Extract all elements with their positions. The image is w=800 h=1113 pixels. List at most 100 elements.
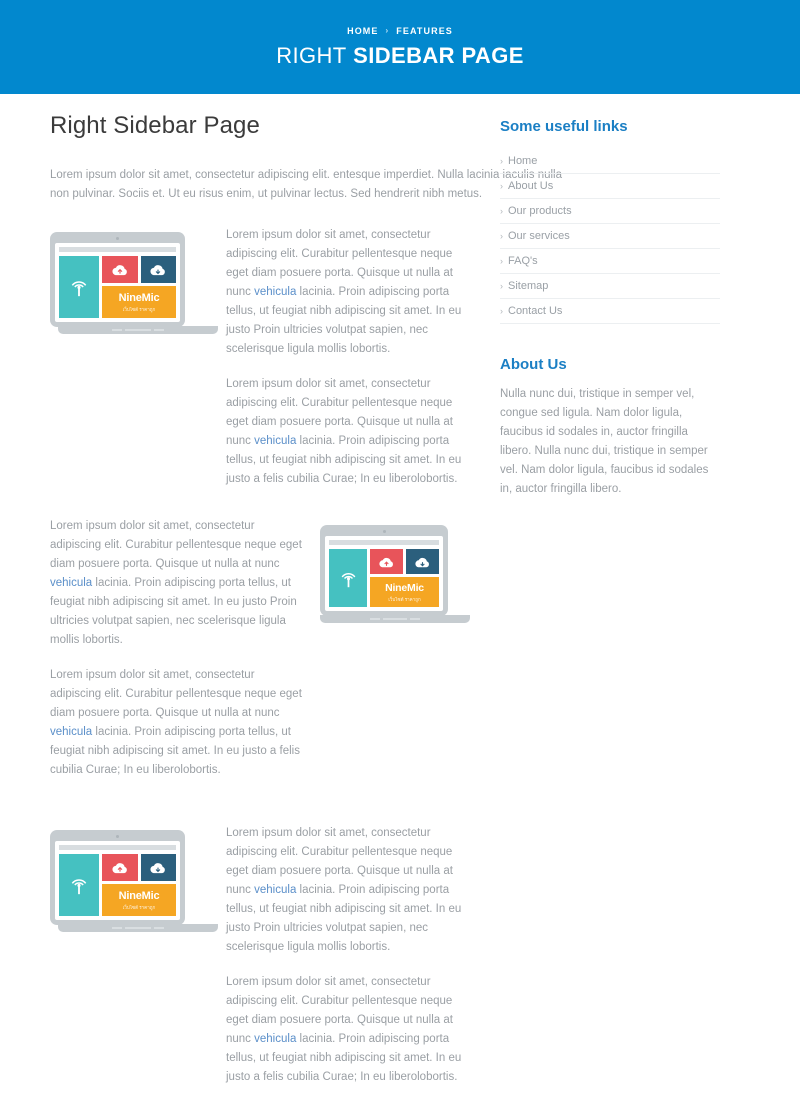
page-title: Right Sidebar Page [50, 112, 260, 139]
cloud-download-icon [150, 863, 166, 874]
browser-urlbar [329, 540, 439, 545]
paragraph: Lorem ipsum dolor sit amet, consectetur … [226, 226, 468, 359]
laptop-camera [116, 835, 119, 838]
chevron-right-icon: › [500, 281, 503, 291]
list-item: › About Us [500, 174, 720, 199]
list-item: › Home [500, 149, 720, 174]
laptop-base [320, 615, 470, 623]
main-content: Right Sidebar Page Lorem ipsum dolor sit… [34, 112, 562, 1113]
laptop-screen: NineMic เว็บไซต์ ราคาถูก [55, 243, 180, 322]
chevron-right-icon: › [500, 306, 503, 316]
laptop-base [58, 924, 218, 932]
laptop-screen: NineMic เว็บไซต์ ราคาถูก [55, 841, 180, 920]
sidebar-item-our-services[interactable]: › Our services [500, 224, 720, 248]
cloud-upload-icon [112, 265, 127, 276]
cloud-download-icon [150, 265, 166, 276]
wifi-broadcast-icon [341, 572, 355, 587]
sidebar-item-label: Contact Us [508, 305, 563, 317]
section-3-text: Lorem ipsum dolor sit amet, consectetur … [226, 824, 468, 1103]
vehicula-link[interactable]: vehicula [50, 577, 92, 589]
laptop-lid: NineMic เว็บไซต์ ราคาถูก [50, 830, 185, 925]
page-body: Right Sidebar Page Lorem ipsum dolor sit… [0, 94, 800, 1113]
chevron-right-icon: › [500, 231, 503, 241]
cloud-upload-icon [379, 557, 393, 567]
browser-urlbar [59, 845, 176, 850]
list-item: › FAQ's [500, 249, 720, 274]
chevron-right-icon: › [500, 256, 503, 266]
chevron-right-icon: › [500, 206, 503, 216]
screen-tiles: NineMic เว็บไซต์ ราคาถูก [329, 549, 439, 607]
laptop-camera [382, 530, 386, 533]
header-title-light: RIGHT [276, 42, 347, 68]
header-title-bold: SIDEBAR PAGE [353, 42, 524, 68]
paragraph: Lorem ipsum dolor sit amet, consectetur … [226, 973, 468, 1087]
screen-tiles: NineMic เว็บไซต์ ราคาถูก [59, 256, 176, 318]
paragraph-part-a: Lorem ipsum dolor sit amet, consectetur … [50, 520, 302, 570]
tile-broadcast [329, 549, 367, 607]
header-title: RIGHT SIDEBAR PAGE [276, 43, 524, 69]
tile-brand: NineMic เว็บไซต์ ราคาถูก [102, 286, 176, 318]
breadcrumb-current: FEATURES [396, 25, 453, 36]
brand-name: NineMic [118, 889, 160, 902]
sidebar-item-faqs[interactable]: › FAQ's [500, 249, 720, 273]
tile-cloud-download [140, 256, 176, 283]
screen-tiles: NineMic เว็บไซต์ ราคาถูก [59, 854, 176, 916]
vehicula-link[interactable]: vehicula [50, 726, 92, 738]
sidebar: Some useful links › Home › About Us › Our p… [500, 112, 720, 1113]
vehicula-link[interactable]: vehicula [254, 435, 296, 447]
breadcrumb-home[interactable]: HOME [347, 26, 378, 36]
sidebar-item-our-products[interactable]: › Our products [500, 199, 720, 223]
sidebar-item-label: Sitemap [508, 280, 549, 292]
list-item: › Our services [500, 224, 720, 249]
wifi-broadcast-icon [71, 879, 87, 895]
paragraph: Lorem ipsum dolor sit amet, consectetur … [50, 666, 308, 780]
content-section-3: NineMic เว็บไซต์ ราคาถูก Lorem ipsum dol… [50, 824, 468, 1103]
vehicula-link[interactable]: vehicula [254, 286, 296, 298]
laptop-illustration-2: NineMic เว็บไซต์ ราคาถูก [308, 517, 470, 623]
sidebar-item-label: About Us [508, 180, 554, 192]
tile-cloud-upload [102, 256, 138, 283]
tile-broadcast [59, 854, 99, 916]
sidebar-item-sitemap[interactable]: › Sitemap [500, 274, 720, 298]
laptop-illustration-3: NineMic เว็บไซต์ ราคาถูก [50, 824, 226, 932]
tile-brand: NineMic เว็บไซต์ ราคาถูก [370, 577, 439, 607]
section-1-text: Lorem ipsum dolor sit amet, consectetur … [226, 226, 468, 505]
laptop-illustration-1: NineMic เว็บไซต์ ราคาถูก [50, 226, 226, 334]
laptop-graphic: NineMic เว็บไซต์ ราคาถูก [50, 830, 226, 932]
laptop-graphic: NineMic เว็บไซต์ ราคาถูก [50, 232, 226, 334]
sidebar-item-contact-us[interactable]: › Contact Us [500, 299, 720, 323]
paragraph-part-a: Lorem ipsum dolor sit amet, consectetur … [50, 669, 302, 719]
browser-urlbar [59, 247, 176, 252]
cloud-upload-icon [112, 863, 127, 874]
paragraph: Lorem ipsum dolor sit amet, consectetur … [226, 375, 468, 489]
list-item: › Sitemap [500, 274, 720, 299]
sidebar-item-label: FAQ's [508, 255, 538, 267]
page-header: HOME › FEATURES RIGHT SIDEBAR PAGE [0, 0, 800, 94]
sidebar-links-heading: Some useful links [500, 118, 628, 135]
tile-cloud-download [406, 549, 439, 574]
brand-subtitle: เว็บไซต์ ราคาถูก [388, 596, 421, 602]
intro-paragraph: Lorem ipsum dolor sit amet, consectetur … [50, 169, 563, 200]
sidebar-about-text: Nulla nunc dui, tristique in semper vel,… [500, 388, 709, 495]
laptop-screen: NineMic เว็บไซต์ ราคาถูก [325, 536, 443, 611]
sidebar-item-home[interactable]: › Home [500, 149, 720, 173]
cloud-download-icon [415, 557, 429, 567]
sidebar-item-about-us[interactable]: › About Us [500, 174, 720, 198]
paragraph: Lorem ipsum dolor sit amet, consectetur … [50, 517, 308, 650]
laptop-base [58, 326, 218, 334]
tile-cloud-download [140, 854, 176, 881]
brand-name: NineMic [385, 581, 424, 594]
brand-name: NineMic [118, 291, 160, 304]
breadcrumb: HOME › FEATURES [347, 26, 453, 36]
content-section-2: Lorem ipsum dolor sit amet, consectetur … [50, 517, 470, 796]
vehicula-link[interactable]: vehicula [254, 884, 296, 896]
list-item: › Our products [500, 199, 720, 224]
tile-broadcast [59, 256, 99, 318]
wifi-broadcast-icon [71, 281, 87, 297]
brand-subtitle: เว็บไซต์ ราคาถูก [122, 904, 156, 910]
vehicula-link[interactable]: vehicula [254, 1033, 296, 1045]
sidebar-link-list: › Home › About Us › Our products › Our servi… [500, 149, 720, 324]
brand-subtitle: เว็บไซต์ ราคาถูก [122, 306, 156, 312]
laptop-lid: NineMic เว็บไซต์ ราคาถูก [50, 232, 185, 327]
chevron-right-icon: › [385, 26, 390, 35]
